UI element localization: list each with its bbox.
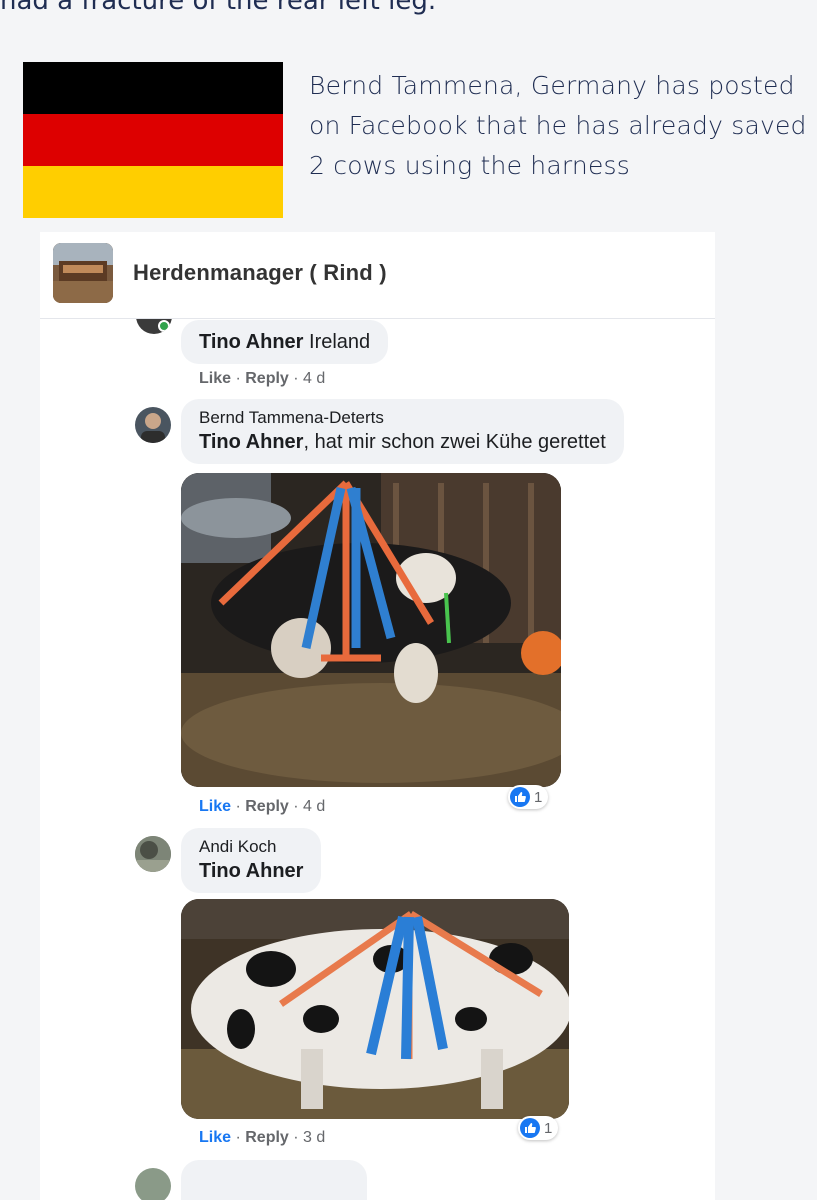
comment-mention[interactable]: Tino Ahner	[199, 431, 303, 453]
comment-author[interactable]: Andi Koch	[199, 836, 303, 858]
comment-time[interactable]: 4 d	[303, 798, 325, 815]
comment-time[interactable]: 4 d	[303, 370, 325, 387]
reaction-count-value: 1	[534, 788, 543, 806]
reaction-count[interactable]: 1	[518, 1116, 559, 1140]
like-thumb-icon	[510, 787, 530, 807]
group-name[interactable]: Herdenmanager ( Rind )	[133, 260, 387, 286]
comment-time[interactable]: 3 d	[303, 1129, 325, 1146]
comment-actions: Like · Reply · 4 d	[199, 370, 326, 387]
reaction-count[interactable]: 1	[508, 785, 549, 809]
avatar-bernd[interactable]	[135, 407, 171, 443]
flag-stripe-black	[23, 62, 283, 114]
comment-photo-holstein-cow-harness[interactable]	[181, 899, 569, 1119]
comment-photo-cow-harness-barn[interactable]	[181, 473, 561, 787]
reply-link[interactable]: Reply	[245, 1129, 289, 1146]
like-link[interactable]: Like	[199, 370, 231, 387]
like-thumb-icon	[520, 1118, 540, 1138]
like-link[interactable]: Like	[199, 1129, 231, 1146]
flag-stripe-gold	[23, 166, 283, 218]
comment-bubble-partial	[181, 1160, 367, 1200]
headline-text: Bernd Tammena, Germany has posted on Fac…	[309, 71, 807, 180]
reply-link[interactable]: Reply	[245, 370, 289, 387]
group-header: Herdenmanager ( Rind )	[40, 232, 715, 319]
comment-bubble: Andi Koch Tino Ahner	[181, 828, 322, 893]
comment-author[interactable]: Tino Ahner	[199, 331, 303, 353]
comment-thread[interactable]: Tino Ahner Ireland Like · Reply · 4 d Be…	[40, 232, 715, 1200]
comment-mention[interactable]: Tino Ahner	[199, 860, 303, 882]
comment-author[interactable]: Bernd Tammena-Deterts	[199, 407, 606, 429]
comment-actions: Like · Reply · 4 d	[199, 798, 326, 815]
like-link[interactable]: Like	[199, 798, 231, 815]
intro-text-cut: had a fracture of the rear left leg.	[0, 0, 437, 16]
comment-actions: Like · Reply · 3 d	[199, 1129, 326, 1146]
comment-bubble: Bernd Tammena-Deterts Tino Ahner, hat mi…	[181, 399, 624, 464]
avatar-andi-koch[interactable]	[135, 836, 171, 872]
flag-stripe-red	[23, 114, 283, 166]
reply-link[interactable]: Reply	[245, 798, 289, 815]
comment-bubble: Tino Ahner Ireland	[181, 320, 389, 364]
germany-flag	[23, 62, 283, 218]
facebook-post-card: Tino Ahner Ireland Like · Reply · 4 d Be…	[40, 232, 715, 1200]
avatar-next-comment[interactable]	[135, 1168, 171, 1200]
comment-text: Ireland	[309, 331, 371, 353]
group-avatar[interactable]	[53, 243, 113, 303]
reaction-count-value: 1	[544, 1119, 553, 1137]
comment-text: , hat mir schon zwei Kühe gerettet	[303, 431, 606, 453]
